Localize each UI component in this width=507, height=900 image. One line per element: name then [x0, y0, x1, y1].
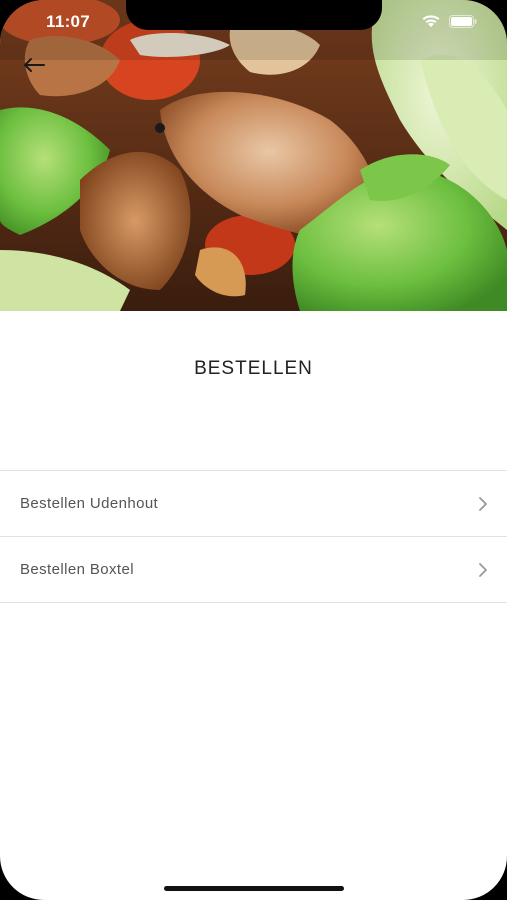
list-item-label: Bestellen Udenhout: [20, 495, 159, 512]
wifi-icon: [421, 14, 441, 33]
app-screen: 11:07 BESTELLEN Bestellen Udenhout Beste…: [0, 0, 507, 900]
chevron-right-icon: [477, 496, 489, 511]
battery-icon: [449, 14, 477, 33]
page-title: BESTELLEN: [194, 358, 313, 379]
arrow-left-icon: [22, 57, 46, 78]
status-time: 11:07: [46, 12, 91, 31]
home-indicator[interactable]: [164, 886, 344, 891]
list-item-udenhout[interactable]: Bestellen Udenhout: [0, 471, 507, 537]
location-list: Bestellen Udenhout Bestellen Boxtel: [0, 470, 507, 603]
list-item-boxtel[interactable]: Bestellen Boxtel: [0, 537, 507, 603]
device-notch: [126, 0, 382, 30]
chevron-right-icon: [477, 562, 489, 577]
back-button[interactable]: [18, 52, 50, 82]
food-photo: [0, 0, 507, 311]
status-icons: [421, 14, 477, 33]
list-item-label: Bestellen Boxtel: [20, 561, 134, 578]
header-food-image: [0, 0, 507, 311]
